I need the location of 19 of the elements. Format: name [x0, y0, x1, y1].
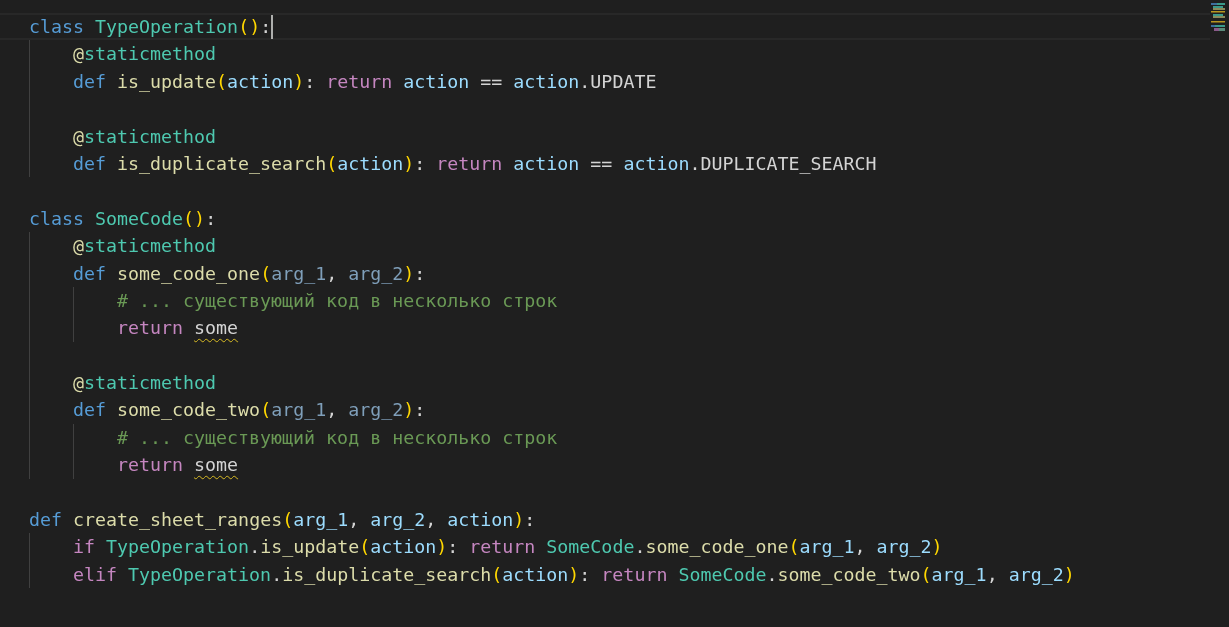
code-line: @staticmethod	[73, 234, 217, 259]
code-line: if TypeOperation.is_update(action): return SomeCode.some_code_one(arg_1, arg_2)	[73, 535, 943, 560]
code-line: class TypeOperation():	[0, 13, 1210, 41]
code-line: @staticmethod	[73, 42, 217, 67]
code-line: return some	[117, 453, 239, 478]
code-line: elif TypeOperation.is_duplicate_search(action): return SomeCode.some_code_two(arg_1, arg_2)	[73, 562, 1075, 587]
code-line: def create_sheet_ranges(arg_1, arg_2, action):	[29, 508, 536, 533]
code-line: def is_duplicate_search(action): return action == action.DUPLICATE_SEARCH	[73, 151, 877, 176]
code-line: # ... существующий код в несколько строк	[117, 288, 558, 313]
code-line: @staticmethod	[73, 124, 217, 149]
code-line: def some_code_one(arg_1, arg_2):	[73, 261, 426, 286]
code-line: return some	[117, 316, 239, 341]
code-line: def some_code_two(arg_1, arg_2):	[73, 398, 426, 423]
code-line: # ... существующий код в несколько строк	[117, 425, 558, 450]
minimap-drawing[interactable]	[1211, 2, 1225, 32]
text-cursor	[271, 14, 274, 39]
code-line: def is_update(action): return action == action.UPDATE	[73, 69, 657, 94]
code-line: class SomeCode():	[29, 206, 217, 231]
code-line: @staticmethod	[73, 371, 217, 396]
